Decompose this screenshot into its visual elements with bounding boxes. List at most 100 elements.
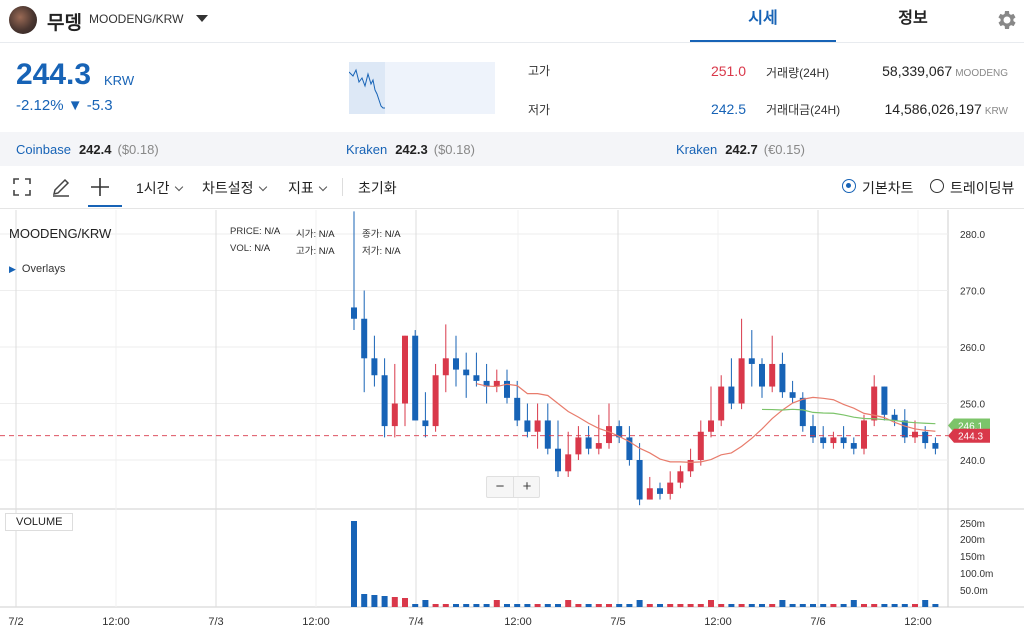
volume-bar [738, 604, 745, 607]
exchange-name: Kraken [346, 142, 388, 157]
candle-body [799, 397, 806, 427]
legend-low: 저가: N/A [362, 246, 401, 257]
exchange-item-kraken-eur[interactable]: Kraken 242.7 (€0.15) [676, 142, 805, 157]
exchange-item-coinbase[interactable]: Coinbase 242.4 ($0.18) [16, 142, 159, 157]
volume-bar [371, 595, 378, 607]
candle-body [391, 403, 398, 427]
volume-bar [789, 604, 796, 607]
candle-body [901, 420, 908, 438]
gear-icon[interactable] [994, 8, 1018, 32]
candle-body [432, 375, 439, 427]
trading-view-label[interactable]: 트레이딩뷰 [950, 178, 1014, 198]
draw-pen-icon[interactable] [50, 176, 72, 198]
candle-body [820, 437, 827, 444]
candle-body [769, 363, 776, 387]
volume-bar [636, 600, 643, 607]
legend-close: 종가: N/A [362, 229, 401, 240]
overlays-toggle[interactable]: ▶ Overlays [9, 263, 65, 275]
candle-body [748, 358, 755, 364]
exchange-diff: ($0.18) [117, 142, 159, 157]
coin-name: 무뎅 [47, 13, 82, 34]
reset-button[interactable]: 초기화 [358, 178, 397, 198]
volume-bar [565, 600, 572, 607]
volume-bar [667, 604, 674, 607]
volume-bar [718, 604, 725, 607]
volume-bar [595, 604, 602, 607]
zoom-out-button[interactable]: − [487, 477, 513, 497]
indicators-dropdown[interactable]: 지표 [288, 178, 328, 198]
candle-body [912, 431, 918, 438]
candle-body [789, 392, 796, 398]
volume-bar [708, 600, 714, 607]
volume-bar [483, 604, 490, 607]
candle-body [636, 460, 643, 500]
volume-bar [657, 604, 663, 607]
candle-body [524, 420, 531, 432]
current-price: 244.3 [16, 58, 92, 91]
exchange-price: 242.3 [395, 142, 428, 157]
basic-chart-label[interactable]: 기본차트 [862, 178, 914, 198]
chart-title: MOODENG/KRW [9, 226, 112, 241]
interval-dropdown[interactable]: 1시간 [136, 178, 183, 198]
volume-bar [555, 604, 561, 607]
volume-pane-label: VOLUME [5, 513, 74, 531]
candle-body [881, 386, 888, 415]
volume-bar [442, 604, 449, 607]
volume-bar [585, 604, 592, 607]
price-change: -2.12% ▼ -5.3 [16, 97, 113, 114]
basic-chart-radio[interactable] [842, 179, 856, 193]
x-tick-label: 12:00 [504, 616, 532, 628]
volume-24h-value: 58,339,067 MOODENG [882, 63, 1008, 79]
candle-body [361, 318, 368, 359]
x-tick-label: 12:00 [102, 616, 130, 628]
low-label: 저가 [528, 103, 551, 117]
candle-body [830, 437, 837, 444]
volume-bar [769, 604, 776, 607]
candle-body [534, 420, 541, 432]
volume-bar [932, 604, 939, 607]
volume-bar [687, 604, 694, 607]
high-value: 251.0 [710, 63, 746, 79]
volume-bar [575, 604, 582, 607]
candle-body [504, 380, 510, 398]
volume-bar [351, 521, 357, 607]
amount-24h-unit: KRW [984, 106, 1008, 117]
volume-bar [432, 604, 439, 607]
chart-settings-dropdown[interactable]: 차트설정 [202, 178, 267, 198]
candle-body [657, 488, 663, 494]
expand-triangle-icon: ▶ [9, 264, 16, 274]
volume-bar [402, 598, 408, 607]
volume-bar [453, 604, 459, 607]
current-price-tag-label: 244.3 [958, 432, 983, 443]
legend-open: 시가: N/A [296, 229, 335, 240]
volume-bar [922, 600, 929, 607]
tab-info[interactable]: 정보 [840, 0, 986, 42]
zoom-in-button[interactable]: + [513, 477, 540, 497]
amount-24h-value: 14,586,026,197 KRW [884, 101, 1008, 117]
exchange-item-kraken-usd[interactable]: Kraken 242.3 ($0.18) [346, 142, 475, 157]
coin-dropdown-icon[interactable] [196, 15, 208, 22]
volume-bar [861, 604, 867, 607]
volume-bar [616, 604, 623, 607]
candle-body [463, 369, 470, 376]
price-chart[interactable]: 280.0 270.0 260.0 250.0 240.0 7/2 12:00 7/3 12:0… [0, 210, 1024, 635]
trading-view-radio[interactable] [930, 179, 944, 193]
candle-body [891, 414, 898, 421]
volume-bar [463, 604, 470, 607]
volume-bar [912, 604, 918, 607]
fullscreen-icon[interactable] [11, 176, 33, 198]
legend-price: PRICE: N/A [230, 226, 281, 237]
volume-tick-label: 250m [960, 519, 985, 530]
tab-quote[interactable]: 시세 [690, 0, 836, 42]
candle-body [544, 420, 551, 449]
exchange-name: Coinbase [16, 142, 71, 157]
volume-bar [810, 604, 816, 607]
volume-bar [473, 604, 480, 607]
candle-body [646, 488, 653, 500]
candle-body [402, 335, 408, 404]
volume-bar [677, 604, 684, 607]
coin-pair: MOODENG/KRW [89, 12, 184, 26]
crosshair-icon[interactable] [89, 176, 111, 198]
volume-bar [606, 604, 612, 607]
x-tick-label: 12:00 [302, 616, 330, 628]
